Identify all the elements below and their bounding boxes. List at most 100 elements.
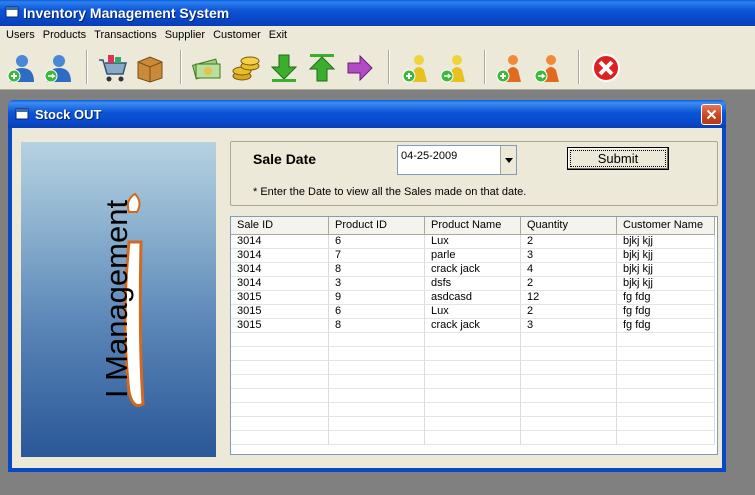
cell-sale-id[interactable]	[231, 431, 329, 445]
cell-product-name[interactable]	[425, 347, 521, 361]
cell-product-id[interactable]	[329, 389, 425, 403]
empty-table-row[interactable]	[231, 389, 715, 403]
cell-sale-id[interactable]: 3015	[231, 291, 329, 305]
sale-date-picker[interactable]: 04-25-2009	[397, 145, 517, 175]
menu-users[interactable]: Users	[2, 26, 39, 44]
empty-table-row[interactable]	[231, 333, 715, 347]
table-row[interactable]: 3014 8 crack jack 4 bjkj kjj	[231, 263, 715, 277]
empty-table-row[interactable]	[231, 347, 715, 361]
column-header-product-name[interactable]: Product Name	[425, 217, 521, 235]
cell-customer-name[interactable]: bjkj kjj	[617, 263, 715, 277]
cell-sale-id[interactable]: 3015	[231, 305, 329, 319]
cell-quantity[interactable]	[521, 431, 617, 445]
add-user-button[interactable]	[3, 50, 39, 86]
supplier-button[interactable]	[530, 50, 566, 86]
cell-customer-name[interactable]	[617, 403, 715, 417]
cell-product-name[interactable]	[425, 361, 521, 375]
menu-transactions[interactable]: Transactions	[90, 26, 161, 44]
cell-sale-id[interactable]: 3014	[231, 263, 329, 277]
empty-table-row[interactable]	[231, 431, 715, 445]
cell-product-id[interactable]	[329, 333, 425, 347]
cell-customer-name[interactable]	[617, 347, 715, 361]
cell-quantity[interactable]: 2	[521, 235, 617, 249]
cell-customer-name[interactable]: bjkj kjj	[617, 235, 715, 249]
menu-supplier[interactable]: Supplier	[161, 26, 209, 44]
cell-product-name[interactable]	[425, 403, 521, 417]
cell-customer-name[interactable]	[617, 431, 715, 445]
cell-product-name[interactable]: parle	[425, 249, 521, 263]
cell-quantity[interactable]: 12	[521, 291, 617, 305]
cell-customer-name[interactable]: fg fdg	[617, 291, 715, 305]
cell-sale-id[interactable]: 3014	[231, 249, 329, 263]
cell-product-id[interactable]: 6	[329, 305, 425, 319]
stock-in-button[interactable]	[266, 50, 302, 86]
cell-product-id[interactable]	[329, 403, 425, 417]
table-row[interactable]: 3015 8 crack jack 3 fg fdg	[231, 319, 715, 333]
empty-table-row[interactable]	[231, 361, 715, 375]
cell-quantity[interactable]	[521, 333, 617, 347]
cell-product-name[interactable]: dsfs	[425, 277, 521, 291]
cell-product-id[interactable]: 8	[329, 319, 425, 333]
column-header-quantity[interactable]: Quantity	[521, 217, 617, 235]
cell-customer-name[interactable]	[617, 375, 715, 389]
cell-quantity[interactable]	[521, 389, 617, 403]
cell-product-id[interactable]: 8	[329, 263, 425, 277]
cell-sale-id[interactable]	[231, 347, 329, 361]
cell-customer-name[interactable]	[617, 361, 715, 375]
cell-product-id[interactable]: 6	[329, 235, 425, 249]
cell-customer-name[interactable]: fg fdg	[617, 319, 715, 333]
cell-product-name[interactable]: crack jack	[425, 319, 521, 333]
box-button[interactable]	[132, 50, 168, 86]
cell-quantity[interactable]	[521, 403, 617, 417]
cell-product-id[interactable]	[329, 347, 425, 361]
cash-button[interactable]	[188, 50, 224, 86]
cell-customer-name[interactable]	[617, 333, 715, 347]
date-dropdown-button[interactable]	[500, 146, 516, 174]
cell-sale-id[interactable]: 3015	[231, 319, 329, 333]
empty-table-row[interactable]	[231, 375, 715, 389]
cell-quantity[interactable]	[521, 417, 617, 431]
cell-quantity[interactable]: 2	[521, 277, 617, 291]
cell-customer-name[interactable]	[617, 417, 715, 431]
stock-out-button[interactable]	[304, 50, 340, 86]
cell-customer-name[interactable]: bjkj kjj	[617, 249, 715, 263]
forward-button[interactable]	[342, 50, 378, 86]
cell-product-id[interactable]	[329, 417, 425, 431]
cell-product-name[interactable]: Lux	[425, 305, 521, 319]
submit-button[interactable]: Submit	[567, 147, 669, 170]
exit-button[interactable]	[588, 50, 624, 86]
cell-quantity[interactable]: 4	[521, 263, 617, 277]
empty-table-row[interactable]	[231, 403, 715, 417]
cell-product-id[interactable]	[329, 431, 425, 445]
cell-product-id[interactable]	[329, 361, 425, 375]
cell-product-name[interactable]: asdcasd	[425, 291, 521, 305]
table-row[interactable]: 3015 9 asdcasd 12 fg fdg	[231, 291, 715, 305]
cell-product-name[interactable]: Lux	[425, 235, 521, 249]
table-row[interactable]: 3014 6 Lux 2 bjkj kjj	[231, 235, 715, 249]
cell-product-name[interactable]	[425, 333, 521, 347]
cell-product-id[interactable]	[329, 375, 425, 389]
cell-customer-name[interactable]: fg fdg	[617, 305, 715, 319]
cell-sale-id[interactable]	[231, 389, 329, 403]
column-header-customer-name[interactable]: Customer Name	[617, 217, 715, 235]
cell-quantity[interactable]: 3	[521, 319, 617, 333]
cell-sale-id[interactable]	[231, 333, 329, 347]
table-row[interactable]: 3014 7 parle 3 bjkj kjj	[231, 249, 715, 263]
cell-customer-name[interactable]: bjkj kjj	[617, 277, 715, 291]
logout-user-button[interactable]	[40, 50, 76, 86]
coins-button[interactable]	[228, 50, 264, 86]
cell-product-name[interactable]	[425, 389, 521, 403]
cell-customer-name[interactable]	[617, 389, 715, 403]
cell-product-name[interactable]	[425, 431, 521, 445]
menu-products[interactable]: Products	[39, 26, 90, 44]
cell-sale-id[interactable]	[231, 403, 329, 417]
cell-product-id[interactable]: 9	[329, 291, 425, 305]
cell-product-id[interactable]: 3	[329, 277, 425, 291]
cell-quantity[interactable]: 2	[521, 305, 617, 319]
empty-table-row[interactable]	[231, 417, 715, 431]
cell-sale-id[interactable]	[231, 417, 329, 431]
add-customer-button[interactable]	[398, 50, 434, 86]
cell-quantity[interactable]	[521, 375, 617, 389]
cell-quantity[interactable]	[521, 347, 617, 361]
window-titlebar[interactable]: Stock OUT	[8, 100, 726, 128]
